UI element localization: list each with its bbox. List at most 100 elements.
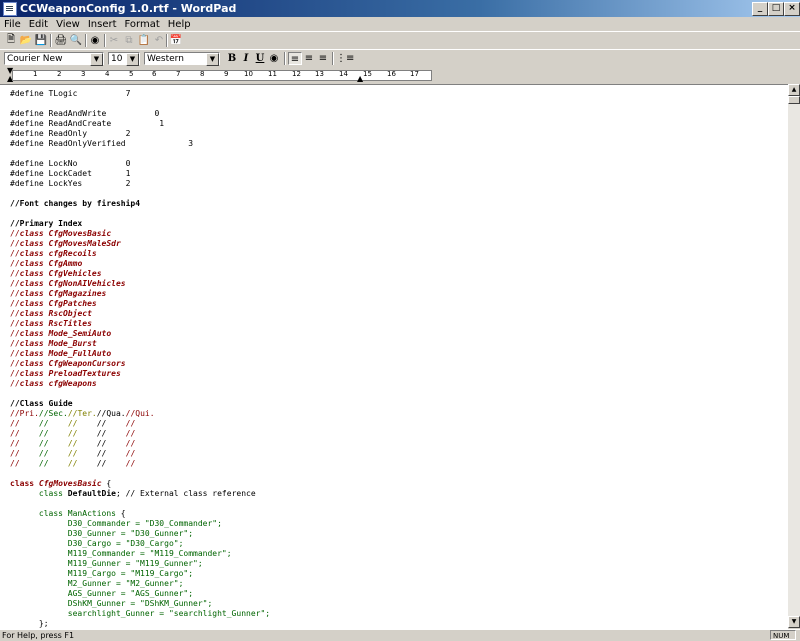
document-line[interactable]: D30_Commander = "D30_Commander"; — [10, 519, 270, 529]
text-run: // — [38, 449, 68, 458]
document-line[interactable]: M119_Gunner = "M119_Gunner"; — [10, 559, 270, 569]
scroll-up-icon[interactable]: ▲ — [788, 84, 800, 96]
scrollbar-thumb[interactable] — [788, 96, 800, 104]
text-run: class RscTitles — [19, 319, 92, 328]
minimize-button[interactable]: _ — [752, 2, 768, 16]
document-line[interactable]: //Pri.//Sec.//Ter.//Qua.//Qui. — [10, 409, 270, 419]
text-run: // — [67, 439, 97, 448]
wordpad-app-icon[interactable] — [3, 2, 17, 16]
document-line[interactable]: #define LockYes 2 — [10, 179, 270, 189]
document-line[interactable]: //class RscTitles — [10, 319, 270, 329]
document-line[interactable]: //class Mode_FullAuto — [10, 349, 270, 359]
document-line[interactable]: //class CfgMovesMaleSdr — [10, 239, 270, 249]
document-line[interactable]: //Class Guide — [10, 399, 270, 409]
menu-help[interactable]: Help — [164, 18, 195, 32]
menu-file[interactable]: File — [0, 18, 25, 32]
chevron-down-icon[interactable]: ▼ — [206, 53, 219, 66]
document-line[interactable] — [10, 209, 270, 219]
bullets-icon[interactable]: ⋮≡ — [336, 52, 354, 65]
right-indent-marker-icon[interactable]: ▲ — [357, 75, 363, 83]
document-line[interactable]: }; — [10, 619, 270, 629]
chevron-down-icon[interactable]: ▼ — [90, 53, 103, 66]
document-line[interactable]: D30_Gunner = "D30_Gunner"; — [10, 529, 270, 539]
ruler[interactable]: ▼ ▲ 1 2 3 4 5 6 7 8 9 10 11 12 13 14 15 … — [0, 67, 800, 83]
document-line[interactable]: D30_Cargo = "D30_Cargo"; — [10, 539, 270, 549]
find-icon[interactable]: ◉ — [88, 34, 102, 47]
document-line[interactable]: //class Mode_SemiAuto — [10, 329, 270, 339]
print-icon[interactable]: 🖨 — [54, 34, 68, 47]
document-line[interactable] — [10, 99, 270, 109]
bold-button[interactable]: B — [225, 52, 239, 65]
document-line[interactable]: #define LockNo 0 — [10, 159, 270, 169]
document-line[interactable]: M2_Gunner = "M2_Gunner"; — [10, 579, 270, 589]
maximize-button[interactable]: □ — [768, 2, 784, 16]
document-line[interactable]: // // // // // — [10, 459, 270, 469]
document-line[interactable]: //class cfgRecoils — [10, 249, 270, 259]
document-line[interactable]: // // // // // — [10, 429, 270, 439]
document-line[interactable]: #define LockCadet 1 — [10, 169, 270, 179]
font-size-select[interactable]: 10 ▼ — [108, 52, 140, 66]
document-line[interactable]: DShKM_Gunner = "DShKM_Gunner"; — [10, 599, 270, 609]
document-line[interactable]: searchlight_Gunner = "searchlight_Gunner… — [10, 609, 270, 619]
document-line[interactable]: //class Mode_Burst — [10, 339, 270, 349]
close-button[interactable]: × — [784, 2, 800, 16]
document-line[interactable]: //class CfgAmmo — [10, 259, 270, 269]
menu-insert[interactable]: Insert — [84, 18, 121, 32]
menu-edit[interactable]: Edit — [25, 18, 52, 32]
document-line[interactable]: #define ReadAndWrite 0 — [10, 109, 270, 119]
document-line[interactable]: //class CfgPatches — [10, 299, 270, 309]
document-line[interactable]: class ManActions { — [10, 509, 270, 519]
document-line[interactable]: //class RscObject — [10, 309, 270, 319]
document-line[interactable]: class CfgMovesBasic { — [10, 479, 270, 489]
document-line[interactable]: AGS_Gunner = "AGS_Gunner"; — [10, 589, 270, 599]
document-line[interactable] — [10, 499, 270, 509]
vertical-scrollbar[interactable]: ▲ ▼ — [788, 84, 800, 628]
document-line[interactable]: //class CfgMovesBasic — [10, 229, 270, 239]
open-folder-icon[interactable]: 📂 — [19, 34, 33, 47]
undo-icon[interactable]: ↶ — [152, 34, 166, 47]
insert-date-time-icon[interactable]: 📅 — [169, 34, 183, 47]
document-line[interactable]: M119_Commander = "M119_Commander"; — [10, 549, 270, 559]
paste-icon[interactable]: 📋 — [137, 34, 151, 47]
underline-button[interactable]: U — [253, 52, 267, 65]
document-line[interactable]: // // // // // — [10, 439, 270, 449]
document-line[interactable]: //class cfgWeapons — [10, 379, 270, 389]
document-line[interactable]: //class PreloadTextures — [10, 369, 270, 379]
copy-icon[interactable]: ⧉ — [122, 34, 136, 47]
color-icon[interactable]: ◉ — [267, 52, 281, 65]
menu-view[interactable]: View — [52, 18, 84, 32]
align-left-icon[interactable]: ≡ — [288, 52, 302, 65]
menu-format[interactable]: Format — [121, 18, 164, 32]
print-preview-icon[interactable]: 🔍 — [69, 34, 83, 47]
document-line[interactable]: #define ReadOnlyVerified 3 — [10, 139, 270, 149]
document-line[interactable]: #define ReadAndCreate 1 — [10, 119, 270, 129]
document-line[interactable]: // // // // // — [10, 419, 270, 429]
document-line[interactable]: M119_Cargo = "M119_Cargo"; — [10, 569, 270, 579]
save-icon[interactable]: 💾 — [34, 34, 48, 47]
document-line[interactable] — [10, 149, 270, 159]
document-line[interactable]: #define ReadOnly 2 — [10, 129, 270, 139]
document-area[interactable]: #define TLogic 7 #define ReadAndWrite 0 #d… — [0, 84, 788, 629]
cut-icon[interactable]: ✂ — [107, 34, 121, 47]
new-document-icon[interactable]: 🗎 — [4, 34, 18, 47]
script-select[interactable]: Western ▼ — [144, 52, 220, 66]
document-line[interactable]: // // // // // — [10, 449, 270, 459]
document-line[interactable]: class DefaultDie; // External class refe… — [10, 489, 270, 499]
document-line[interactable]: //Font changes by fireship4 — [10, 199, 270, 209]
italic-button[interactable]: I — [239, 52, 253, 65]
document-line[interactable]: //class CfgWeaponCursors — [10, 359, 270, 369]
document-line[interactable] — [10, 389, 270, 399]
document-line[interactable]: //class CfgNonAIVehicles — [10, 279, 270, 289]
document-line[interactable]: //Primary Index — [10, 219, 270, 229]
chevron-down-icon[interactable]: ▼ — [126, 53, 139, 66]
document-text[interactable]: #define TLogic 7 #define ReadAndWrite 0 #d… — [10, 89, 270, 629]
font-name-select[interactable]: Courier New ▼ — [4, 52, 104, 66]
align-center-icon[interactable]: ≡ — [302, 52, 316, 65]
align-right-icon[interactable]: ≡ — [316, 52, 330, 65]
document-line[interactable] — [10, 189, 270, 199]
document-line[interactable]: //class CfgVehicles — [10, 269, 270, 279]
document-line[interactable]: //class CfgMagazines — [10, 289, 270, 299]
scroll-down-icon[interactable]: ▼ — [788, 616, 800, 628]
document-line[interactable] — [10, 469, 270, 479]
document-line[interactable]: #define TLogic 7 — [10, 89, 270, 99]
